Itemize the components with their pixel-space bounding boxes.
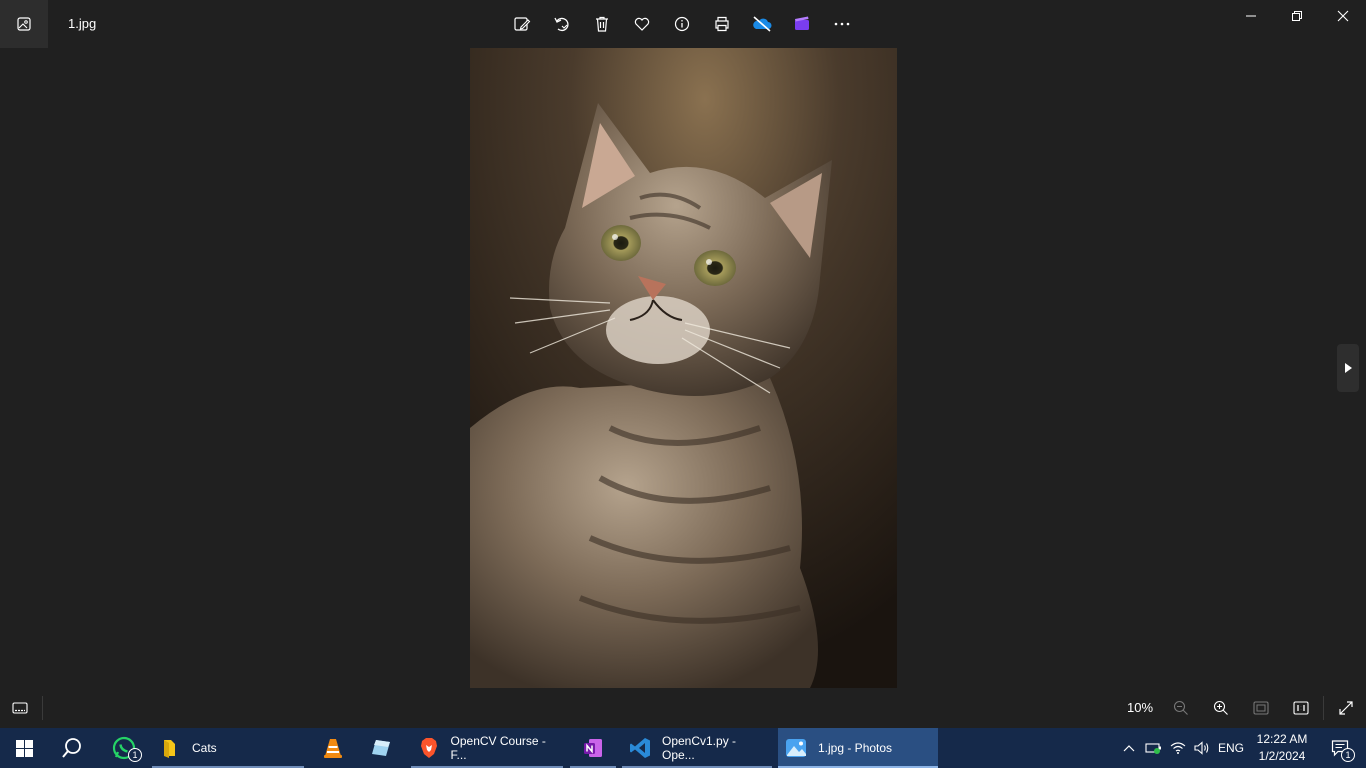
- search-icon: [62, 738, 81, 758]
- taskbar-app-vscode[interactable]: OpenCv1.py - Ope...: [622, 728, 772, 768]
- whatsapp-badge: 1: [128, 748, 142, 762]
- window-controls: [1228, 0, 1366, 32]
- onedrive-icon: [753, 16, 772, 32]
- zoom-in-button[interactable]: [1201, 688, 1241, 728]
- next-image-button[interactable]: [1337, 344, 1359, 392]
- edit-image-icon: [514, 17, 531, 31]
- window-title: 1.jpg: [68, 16, 97, 31]
- file-info-button[interactable]: [662, 4, 702, 44]
- file-info-icon: [674, 16, 690, 32]
- cat-photo-image: [470, 48, 897, 688]
- fit-to-window-icon: [1253, 701, 1269, 715]
- chevron-up-icon: [1123, 745, 1135, 752]
- delete-button[interactable]: [582, 4, 622, 44]
- photos-app-icon-button[interactable]: [0, 0, 48, 48]
- taskbar-app-label: Cats: [192, 741, 217, 755]
- battery-button[interactable]: [1142, 728, 1166, 768]
- restore-icon: [1292, 11, 1302, 21]
- taskbar-app-label: OpenCV Course - F...: [450, 734, 546, 762]
- zoom-level: 10%: [1126, 700, 1154, 715]
- edit-image-button[interactable]: [502, 4, 542, 44]
- restore-button[interactable]: [1274, 0, 1320, 32]
- onedrive-button[interactable]: [742, 4, 782, 44]
- taskbar-app-explorer[interactable]: Cats: [152, 728, 304, 768]
- print-icon: [715, 16, 729, 32]
- vlc-icon: [324, 739, 342, 758]
- actual-size-icon: [1293, 701, 1309, 715]
- minimize-button[interactable]: [1228, 0, 1274, 32]
- vscode-icon: [628, 736, 652, 760]
- taskbar-onenote[interactable]: [570, 728, 616, 768]
- volume-button[interactable]: [1190, 728, 1214, 768]
- taskbar-app-label: OpenCv1.py - Ope...: [661, 734, 737, 762]
- onenote-icon: [584, 739, 602, 757]
- notifications-badge: 1: [1341, 748, 1355, 762]
- rotate-icon: [554, 17, 569, 32]
- battery-charging-icon: [1145, 743, 1161, 754]
- favorite-button[interactable]: [622, 4, 662, 44]
- clock-time: 12:22 AM: [1256, 732, 1308, 746]
- taskbar-notes-app[interactable]: [358, 728, 404, 768]
- brave-icon: [417, 736, 441, 760]
- close-icon: [1337, 10, 1349, 22]
- favorite-heart-icon: [634, 17, 650, 31]
- photos-icon: [17, 17, 31, 31]
- title-bar: 1.jpg: [0, 0, 1366, 48]
- more-icon: [834, 22, 850, 26]
- expand-icon: [1339, 701, 1353, 715]
- input-language[interactable]: ENG: [1218, 741, 1244, 755]
- rotate-button[interactable]: [542, 4, 582, 44]
- zoom-out-button[interactable]: [1161, 688, 1201, 728]
- clock[interactable]: 12:22 AM 1/2/2024: [1246, 731, 1318, 765]
- sticky-notes-icon: [372, 740, 390, 756]
- chevron-right-icon: [1345, 363, 1352, 373]
- bottom-bar: 10%: [0, 688, 1366, 728]
- delete-icon: [596, 16, 608, 32]
- start-button[interactable]: [0, 728, 48, 768]
- toolbar: [502, 4, 862, 44]
- windows-logo-icon: [15, 739, 33, 757]
- print-button[interactable]: [702, 4, 742, 44]
- photos-app-window: 1.jpg 10%: [0, 0, 1366, 728]
- filmstrip-icon: [12, 702, 28, 714]
- divider: [1323, 696, 1324, 720]
- minimize-icon: [1246, 15, 1256, 17]
- zoom-in-icon: [1213, 700, 1228, 715]
- wifi-icon: [1170, 742, 1186, 754]
- search-button[interactable]: [48, 728, 96, 768]
- fit-to-window-button[interactable]: [1241, 688, 1281, 728]
- more-button[interactable]: [822, 4, 862, 44]
- wifi-button[interactable]: [1166, 728, 1190, 768]
- divider: [42, 696, 43, 720]
- taskbar: 1 Cats OpenCV Course - F... OpenCv1.py -…: [0, 728, 1366, 768]
- photo-cat: [470, 48, 897, 688]
- action-center-button[interactable]: 1: [1320, 728, 1360, 768]
- filmstrip-button[interactable]: [0, 688, 40, 728]
- speaker-icon: [1194, 741, 1209, 755]
- show-hidden-icons-button[interactable]: [1118, 728, 1140, 768]
- actual-size-button[interactable]: [1281, 688, 1321, 728]
- photos-icon: [784, 736, 808, 760]
- taskbar-app-brave[interactable]: OpenCV Course - F...: [411, 728, 563, 768]
- taskbar-whatsapp[interactable]: 1: [100, 728, 148, 768]
- taskbar-app-label: 1.jpg - Photos: [818, 741, 893, 755]
- clipchamp-icon: [795, 16, 809, 30]
- taskbar-vlc[interactable]: [310, 728, 356, 768]
- taskbar-app-photos[interactable]: 1.jpg - Photos: [778, 728, 938, 768]
- full-screen-button[interactable]: [1326, 688, 1366, 728]
- clipchamp-button[interactable]: [782, 4, 822, 44]
- clock-date: 1/2/2024: [1258, 749, 1306, 763]
- close-button[interactable]: [1320, 0, 1366, 32]
- zoom-out-icon: [1173, 700, 1188, 715]
- folder-icon: [158, 736, 182, 760]
